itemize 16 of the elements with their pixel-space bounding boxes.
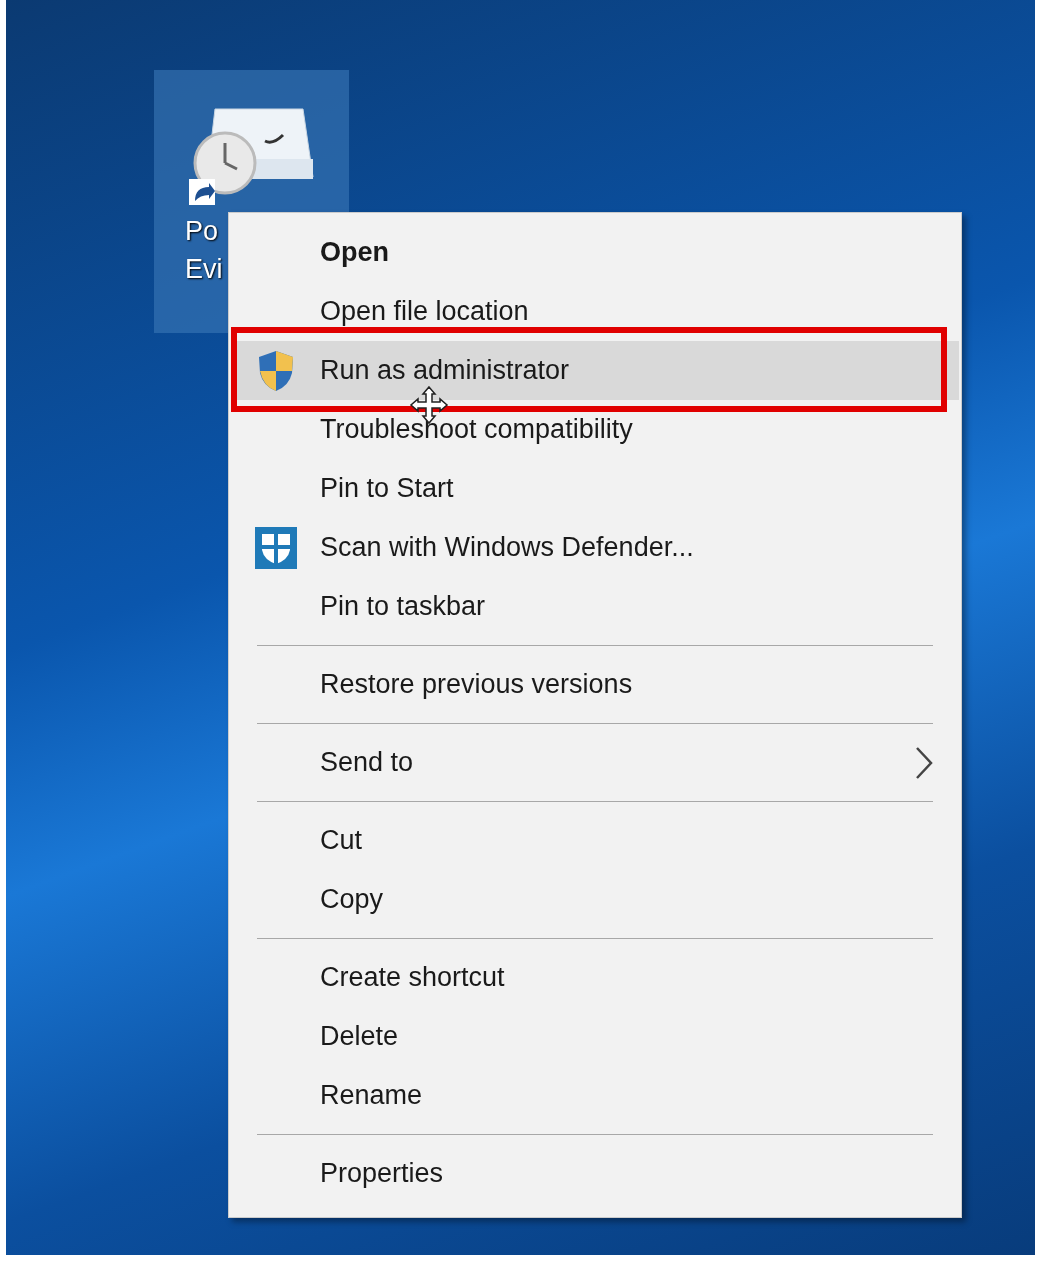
menu-item[interactable]: Open xyxy=(231,223,959,282)
menu-item[interactable]: Cut xyxy=(231,811,959,870)
menu-item[interactable]: Create shortcut xyxy=(231,948,959,1007)
menu-item[interactable]: Open file location xyxy=(231,282,959,341)
menu-item[interactable]: Pin to Start xyxy=(231,459,959,518)
menu-item[interactable]: Rename xyxy=(231,1066,959,1125)
shortcut-label: Po xyxy=(185,215,220,248)
menu-item[interactable]: Copy xyxy=(231,870,959,929)
menu-item[interactable]: Send to xyxy=(231,733,959,792)
menu-item[interactable]: Pin to taskbar xyxy=(231,577,959,636)
shortcut-label: Evi xyxy=(185,253,224,286)
menu-item[interactable]: Properties xyxy=(231,1144,959,1203)
menu-item[interactable]: Delete xyxy=(231,1007,959,1066)
menu-item[interactable]: Scan with Windows Defender... xyxy=(231,518,959,577)
menu-item[interactable]: Restore previous versions xyxy=(231,655,959,714)
menu-item[interactable]: Troubleshoot compatibility xyxy=(231,400,959,459)
